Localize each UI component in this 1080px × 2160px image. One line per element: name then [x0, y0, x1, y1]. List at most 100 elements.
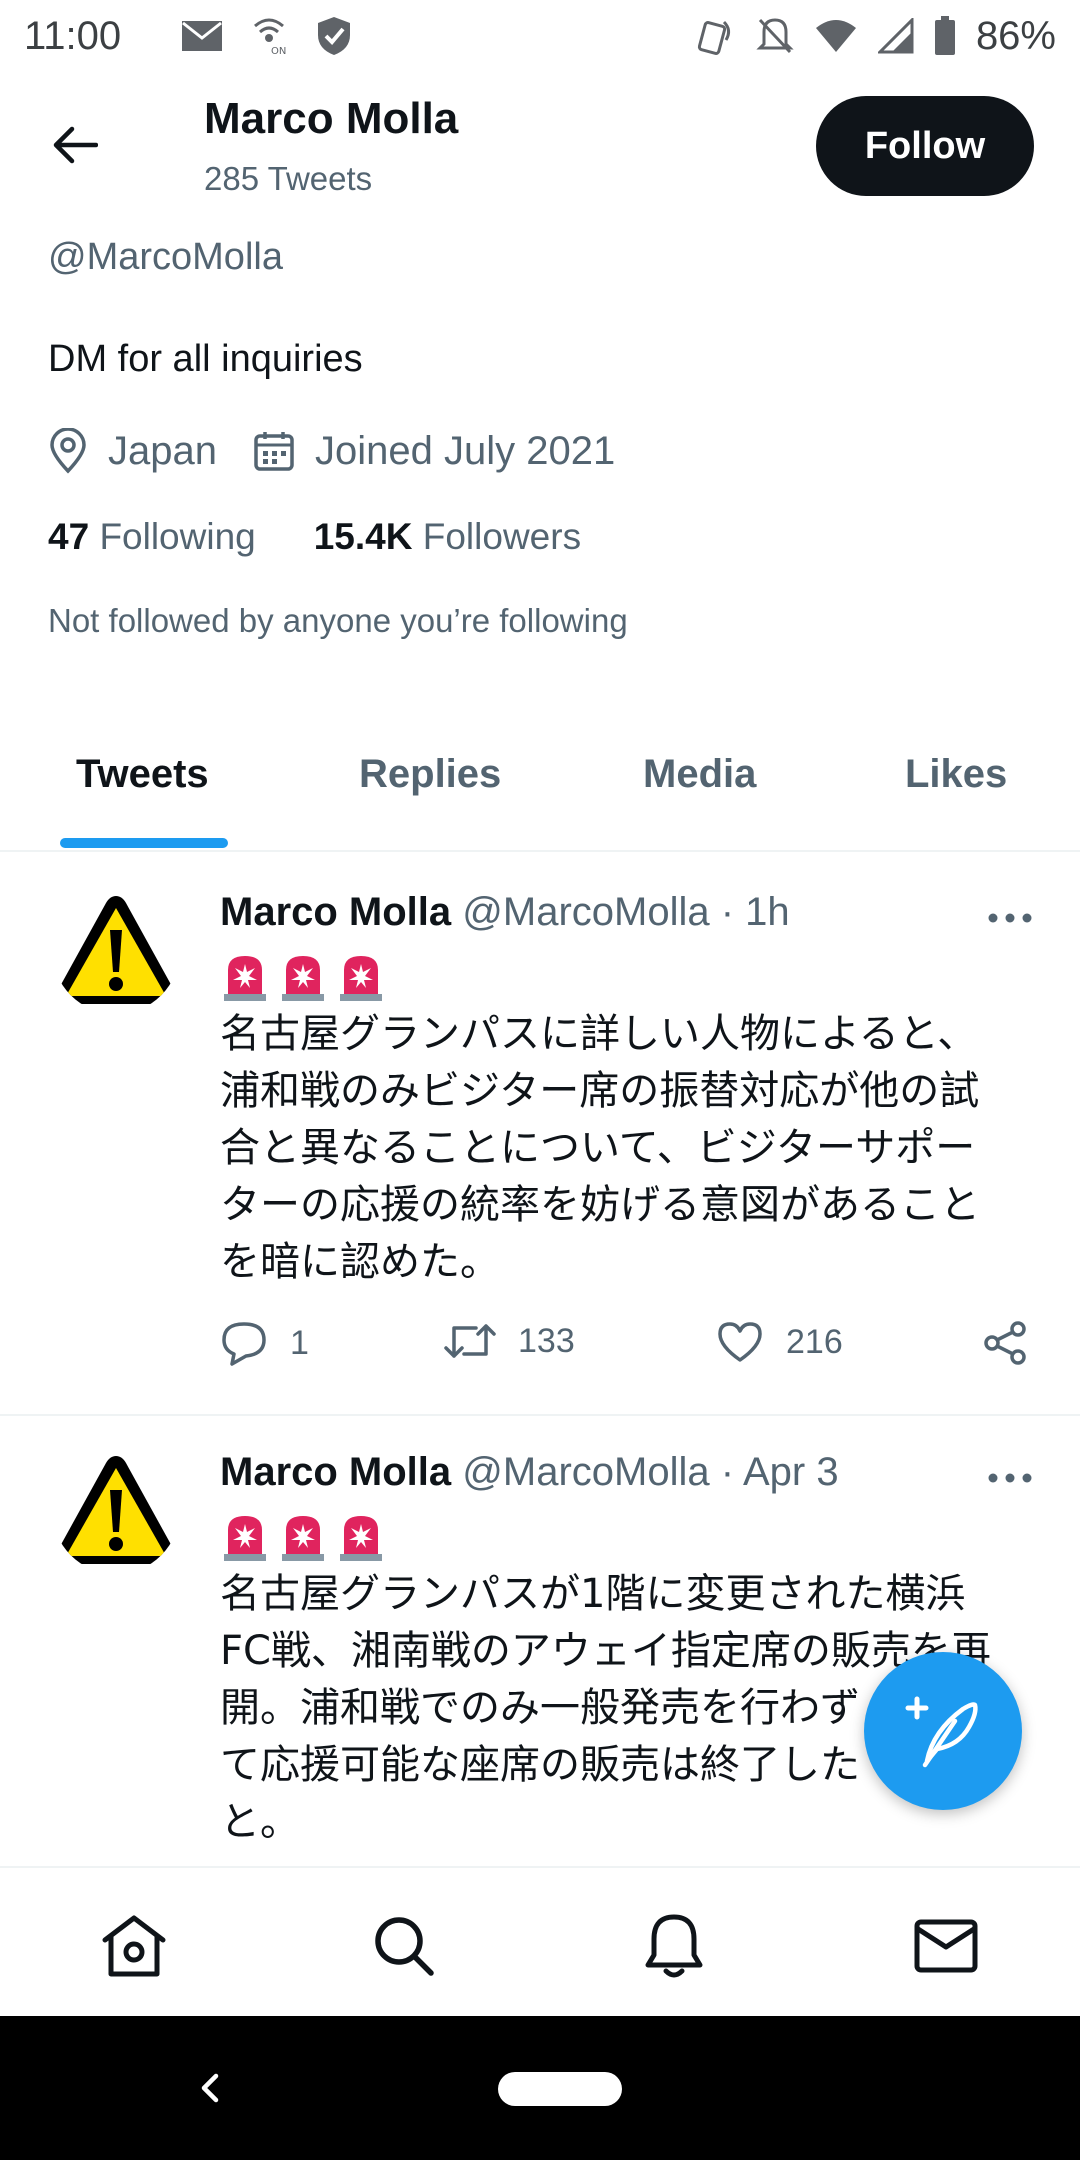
avatar[interactable] — [52, 1446, 180, 1574]
more-dots-icon — [988, 1473, 1032, 1483]
like-count: 216 — [786, 1322, 843, 1361]
siren-icon — [282, 956, 324, 1001]
status-time: 11:00 — [24, 13, 122, 58]
warning-sign-icon — [57, 896, 175, 1004]
tweet-author-handle: @MarcoMolla — [462, 1450, 710, 1494]
tweet-header: Marco Molla @MarcoMolla · 1h — [220, 890, 790, 935]
warning-sign-icon — [57, 1456, 175, 1564]
tab-likes[interactable]: Likes — [905, 752, 1007, 797]
tweet-text-line: 浦和戦のみビジター席の振替対応が他の試 — [220, 1068, 980, 1114]
following-link[interactable]: 47 Following — [48, 516, 256, 558]
tweet-actions: 1 133 216 — [220, 1320, 1040, 1380]
calendar-icon — [254, 432, 294, 471]
header-name: Marco Molla — [204, 94, 459, 143]
share-icon — [984, 1321, 1026, 1365]
nfc-icon — [697, 20, 730, 55]
tweet-text: 名古屋グランパスに詳しい人物によると、 浦和戦のみビジター席の振替対応が他の試 … — [220, 1006, 1030, 1291]
join-date: Joined July 2021 — [253, 429, 615, 474]
tweet-text-line: 名古屋グランパスに詳しい人物によると、 — [220, 1011, 978, 1057]
mail-icon — [182, 21, 223, 51]
reply-count: 1 — [290, 1323, 309, 1362]
profile-stats: 47 Following 15.4K Followers — [48, 516, 639, 558]
profile-header: Marco Molla 285 Tweets Follow — [0, 72, 1080, 222]
call-signal-icon: ON — [254, 18, 287, 56]
tweet-text-line: ターの応援の統率を妨げる意図があること — [220, 1182, 980, 1228]
nav-messages[interactable] — [910, 1910, 982, 1982]
tweet-count: 285 Tweets — [204, 160, 373, 197]
tweet-author-name[interactable]: Marco Molla — [220, 890, 451, 934]
bottom-navigation — [0, 1866, 1080, 2016]
siren-icon — [340, 956, 382, 1001]
nav-search[interactable] — [368, 1910, 440, 1982]
tweet-emoji — [220, 952, 386, 1002]
compose-feather-icon — [905, 1696, 978, 1768]
system-back-icon[interactable] — [188, 2060, 228, 2116]
nav-notifications[interactable] — [638, 1910, 710, 1982]
mail-icon — [914, 1919, 978, 1973]
tweet-emoji — [220, 1512, 386, 1562]
tab-media[interactable]: Media — [643, 752, 756, 797]
siren-icon — [340, 1516, 382, 1561]
tweet-text-line: 合と異なることについて、ビジターサポー — [220, 1125, 976, 1171]
active-tab-indicator — [60, 838, 228, 848]
like-button[interactable]: 216 — [716, 1320, 843, 1364]
location: Japan — [48, 428, 217, 474]
more-options-button[interactable] — [980, 1458, 1040, 1498]
status-bar: 11:00 ON 86% — [0, 0, 1080, 72]
follow-button[interactable]: Follow — [816, 96, 1034, 196]
mute-icon — [756, 18, 794, 54]
battery-icon — [934, 16, 955, 55]
join-date-text: Joined July 2021 — [314, 428, 616, 473]
heart-icon — [718, 1322, 762, 1362]
following-count: 47 — [48, 516, 90, 557]
nav-home[interactable] — [98, 1910, 170, 1982]
search-icon — [375, 1917, 434, 1976]
siren-icon — [224, 1516, 266, 1561]
tweet-header: Marco Molla @MarcoMolla · Apr 3 — [220, 1450, 839, 1495]
reply-button[interactable]: 1 — [220, 1320, 309, 1366]
more-dots-icon — [988, 913, 1032, 923]
cell-signal-icon — [877, 18, 914, 54]
tweet[interactable]: Marco Molla @MarcoMolla · 1h 名古屋グランパスに詳し… — [0, 858, 1080, 1416]
siren-icon — [224, 956, 266, 1001]
system-navigation-bar — [0, 2016, 1080, 2160]
avatar[interactable] — [52, 886, 180, 1014]
profile-meta: Japan Joined July 2021 — [48, 428, 651, 474]
siren-icon — [282, 1516, 324, 1561]
arrow-left-icon — [53, 126, 98, 164]
not-followed-notice: Not followed by anyone you’re following — [48, 602, 628, 639]
followers-count: 15.4K — [313, 516, 413, 557]
reply-icon — [222, 1322, 266, 1366]
tweet-text-line: 名古屋グランパスが1階に変更された横浜 — [220, 1571, 966, 1617]
back-button[interactable] — [42, 112, 108, 178]
location-pin-icon — [50, 428, 86, 474]
following-label: Following — [99, 516, 256, 557]
followers-label: Followers — [422, 516, 582, 557]
profile-bio: DM for all inquiries — [48, 338, 363, 380]
wifi-icon — [815, 20, 856, 52]
compose-tweet-button[interactable] — [864, 1652, 1022, 1810]
battery-level: 86% — [975, 13, 1056, 58]
tweet-date: · 1h — [720, 890, 790, 934]
shield-icon — [318, 17, 351, 55]
bell-icon — [645, 1914, 703, 1978]
profile-handle: @MarcoMolla — [48, 236, 283, 278]
followers-link[interactable]: 15.4K Followers — [314, 516, 581, 558]
tab-tweets[interactable]: Tweets — [76, 752, 209, 797]
profile-tabs: Tweets Replies Media Likes — [0, 720, 1080, 852]
tweet-author-name[interactable]: Marco Molla — [220, 1450, 451, 1494]
system-home-pill[interactable] — [498, 2072, 622, 2106]
retweet-button[interactable]: 133 — [444, 1320, 575, 1362]
tweet-author-handle: @MarcoMolla — [462, 890, 710, 934]
tab-replies[interactable]: Replies — [359, 752, 501, 797]
home-icon — [102, 1915, 166, 1977]
location-text: Japan — [108, 428, 217, 473]
tweet-text-line: と。 — [220, 1799, 300, 1845]
tweet-text-line: を暗に認めた。 — [220, 1239, 500, 1285]
retweet-count: 133 — [518, 1321, 575, 1360]
svg-text:ON: ON — [271, 46, 286, 56]
share-button[interactable] — [982, 1320, 1028, 1366]
tweet-date: · Apr 3 — [720, 1450, 839, 1494]
more-options-button[interactable] — [980, 898, 1040, 938]
retweet-icon — [444, 1324, 496, 1358]
